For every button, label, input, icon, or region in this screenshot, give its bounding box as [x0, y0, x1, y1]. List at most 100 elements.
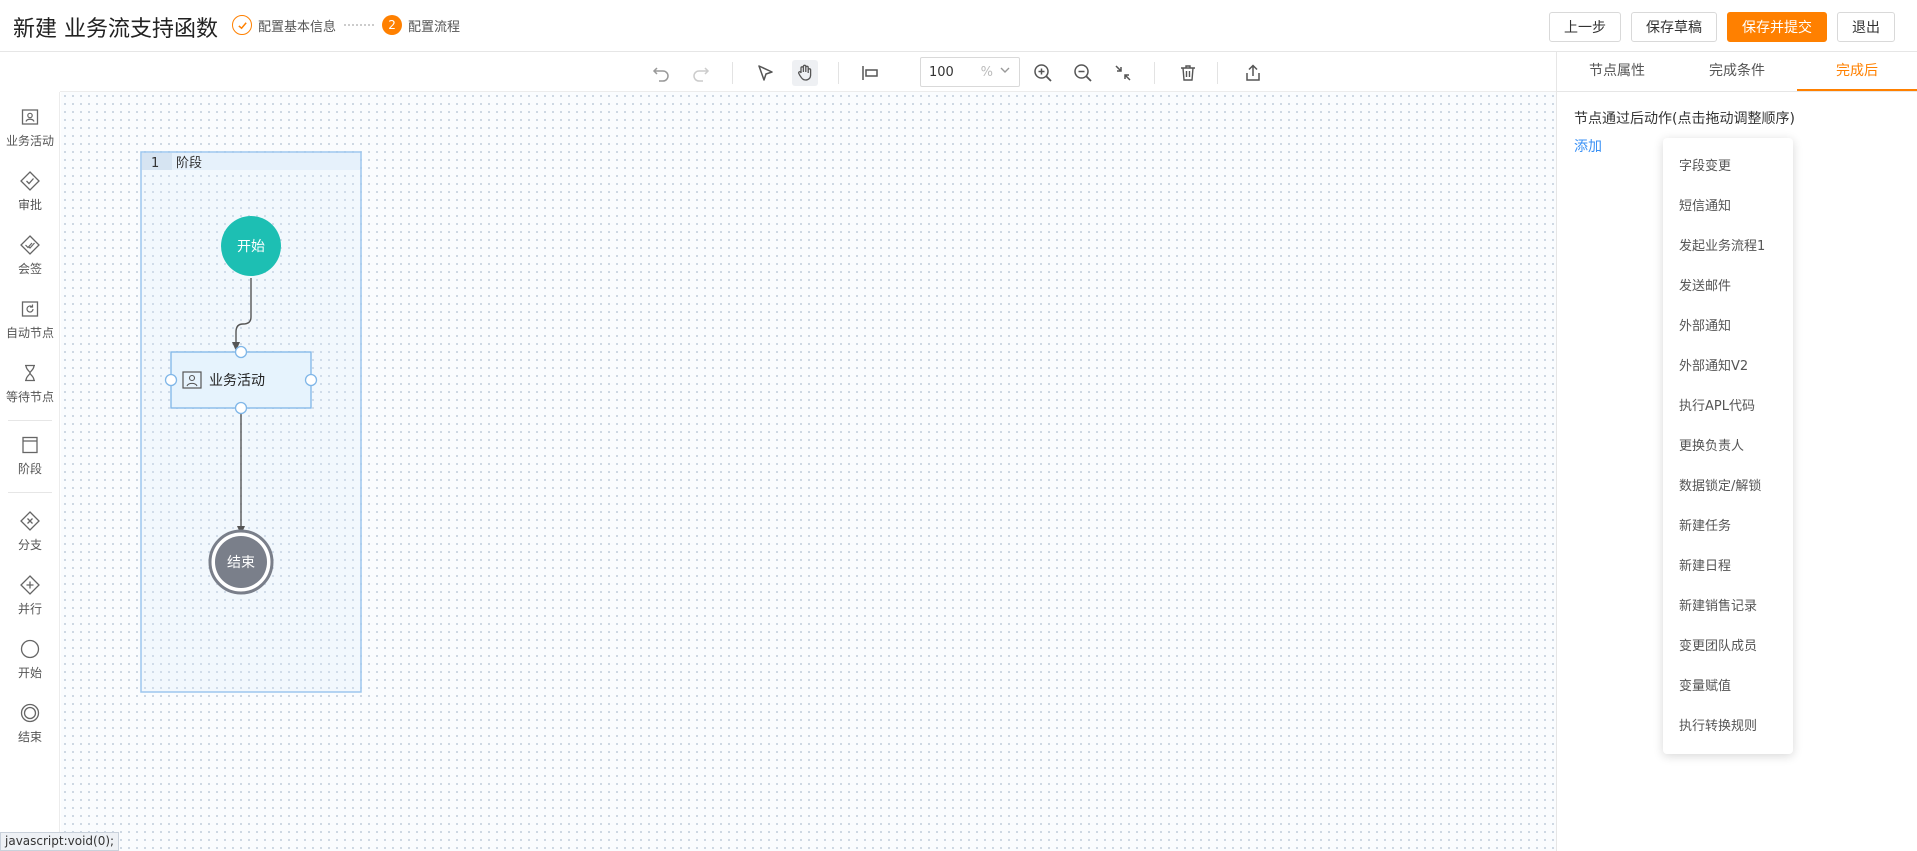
step-indicator: 配置基本信息 2 配置流程: [232, 15, 460, 35]
dropdown-item[interactable]: 执行APL代码: [1663, 387, 1793, 427]
tab-completion-conditions[interactable]: 完成条件: [1677, 52, 1797, 91]
tool-label: 审批: [17, 198, 42, 212]
zoom-input[interactable]: 100 %: [920, 57, 1020, 87]
tool-approval[interactable]: 审批: [0, 168, 60, 213]
flow-canvas[interactable]: 1 阶段 开始 业务活动 结束: [61, 92, 1556, 851]
end-node[interactable]: 结束: [208, 529, 274, 595]
dropdown-item[interactable]: 新建任务: [1663, 507, 1793, 547]
tab-after-completion[interactable]: 完成后: [1797, 52, 1917, 91]
dropdown-item[interactable]: 数据锁定/解锁: [1663, 467, 1793, 507]
toolbar-divider: [838, 62, 839, 84]
dropdown-item[interactable]: 短信通知: [1663, 187, 1793, 227]
diamond-x-icon: [0, 508, 60, 534]
dropdown-item[interactable]: 变更团队成员: [1663, 627, 1793, 667]
export-share-icon[interactable]: [1240, 60, 1266, 86]
circle-icon: [0, 636, 60, 662]
zoom-in-icon[interactable]: [1030, 60, 1056, 86]
zoom-out-icon[interactable]: [1070, 60, 1096, 86]
select-pointer-icon[interactable]: [752, 60, 778, 86]
dropdown-item[interactable]: 外部通知V2: [1663, 347, 1793, 387]
toolbar-divider: [1217, 62, 1218, 84]
dropdown-item[interactable]: 新建销售记录: [1663, 587, 1793, 627]
connection-port-left[interactable]: [164, 373, 178, 387]
property-panel: 节点属性 完成条件 完成后 节点通过后动作(点击拖动调整顺序) 添加 字段变更 …: [1556, 52, 1917, 851]
zoom-value: 100: [929, 64, 954, 80]
tool-label: 阶段: [17, 462, 42, 476]
tool-stage[interactable]: 阶段: [0, 432, 60, 477]
double-circle-icon: [0, 700, 60, 726]
hand-pan-icon[interactable]: [792, 60, 818, 86]
diamond-double-check-icon: [0, 232, 60, 258]
step-2-number: 2: [382, 15, 403, 35]
node-palette: 业务活动 审批 会签 自动节点 等待节点 阶段 分支 并行 开始 结束: [0, 92, 60, 851]
dropdown-item[interactable]: 发起业务流程1: [1663, 227, 1793, 267]
dropdown-item[interactable]: 发送邮件: [1663, 267, 1793, 307]
tool-start[interactable]: 开始: [0, 636, 60, 681]
start-node-label: 开始: [237, 239, 265, 255]
tool-label: 并行: [17, 602, 42, 616]
palette-divider: [8, 420, 52, 421]
activity-node-label: 业务活动: [209, 373, 265, 389]
step-divider: [344, 24, 375, 26]
redo-icon[interactable]: [688, 60, 714, 86]
toolbar-divider: [732, 62, 733, 84]
undo-icon[interactable]: [648, 60, 674, 86]
diamond-check-icon: [0, 168, 60, 194]
check-icon: [232, 15, 252, 35]
save-submit-button[interactable]: 保存并提交: [1727, 12, 1827, 42]
tool-label: 会签: [17, 262, 42, 276]
tool-end[interactable]: 结束: [0, 700, 60, 745]
tool-wait-node[interactable]: 等待节点: [0, 360, 60, 405]
tool-parallel[interactable]: 并行: [0, 572, 60, 617]
tool-label: 开始: [17, 666, 42, 680]
save-draft-button[interactable]: 保存草稿: [1631, 12, 1717, 42]
tool-label: 等待节点: [5, 390, 54, 404]
browser-status-bar: javascript:void(0);: [0, 832, 120, 851]
dropdown-item[interactable]: 字段变更: [1663, 147, 1793, 187]
page-title: 新建 业务流支持函数: [13, 17, 218, 42]
toolbar-divider: [1154, 62, 1155, 84]
tool-label: 业务活动: [5, 134, 54, 148]
tool-countersign[interactable]: 会签: [0, 232, 60, 277]
hourglass-icon: [0, 360, 60, 386]
dropdown-item[interactable]: 变量赋值: [1663, 667, 1793, 707]
stage-label: 阶段: [176, 156, 202, 171]
stage-panel-icon: [0, 432, 60, 458]
delete-trash-icon[interactable]: [1175, 60, 1201, 86]
end-node-label: 结束: [227, 555, 255, 571]
start-node[interactable]: 开始: [221, 216, 281, 276]
dropdown-item[interactable]: 执行转换规则: [1663, 707, 1793, 747]
tab-node-properties[interactable]: 节点属性: [1557, 52, 1677, 91]
tool-auto-node[interactable]: 自动节点: [0, 296, 60, 341]
connection-port-bottom[interactable]: [234, 401, 248, 415]
step-1-label: 配置基本信息: [258, 19, 337, 35]
prev-step-button[interactable]: 上一步: [1549, 12, 1621, 42]
canvas-toolbar: 100 %: [60, 52, 1556, 92]
exit-button[interactable]: 退出: [1837, 12, 1895, 42]
diamond-plus-icon: [0, 572, 60, 598]
connection-port-top[interactable]: [234, 345, 248, 359]
tool-label: 自动节点: [5, 326, 54, 340]
property-tabs: 节点属性 完成条件 完成后: [1557, 52, 1917, 92]
align-left-icon[interactable]: [857, 60, 883, 86]
connection-port-right[interactable]: [304, 373, 318, 387]
tool-label: 分支: [17, 538, 42, 552]
auto-refresh-icon: [0, 296, 60, 322]
dropdown-item[interactable]: 新建日程: [1663, 547, 1793, 587]
actions-description: 节点通过后动作(点击拖动调整顺序): [1574, 111, 1795, 127]
tool-branch[interactable]: 分支: [0, 508, 60, 553]
zoom-unit: %: [980, 64, 993, 80]
action-type-dropdown: 字段变更 短信通知 发起业务流程1 发送邮件 外部通知 外部通知V2 执行APL…: [1663, 138, 1793, 754]
step-2-label: 配置流程: [408, 19, 461, 35]
tool-business-activity[interactable]: 业务活动: [0, 104, 60, 149]
person-card-icon: [0, 104, 60, 130]
palette-divider: [8, 492, 52, 493]
dropdown-item[interactable]: 外部通知: [1663, 307, 1793, 347]
fit-shrink-icon[interactable]: [1110, 60, 1136, 86]
activity-node[interactable]: 业务活动: [164, 345, 318, 415]
dropdown-item[interactable]: 更换负责人: [1663, 427, 1793, 467]
chevron-down-icon[interactable]: [999, 64, 1011, 80]
header: 新建 业务流支持函数 配置基本信息 2 配置流程 上一步 保存草稿 保存并提交 …: [0, 0, 1917, 52]
tool-label: 结束: [17, 730, 42, 744]
add-action-link[interactable]: 添加: [1574, 136, 1602, 156]
